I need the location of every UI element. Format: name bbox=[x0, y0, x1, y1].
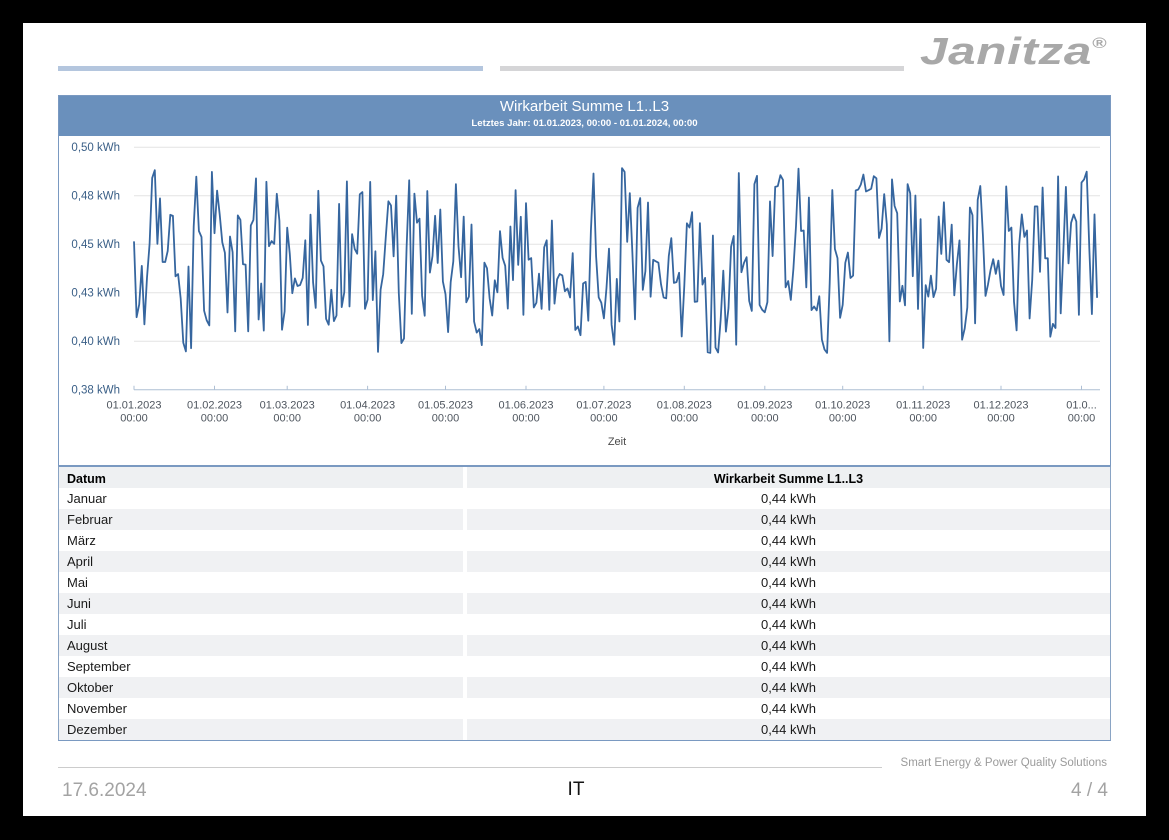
svg-text:01.09.2023: 01.09.2023 bbox=[737, 400, 792, 412]
svg-text:00:00: 00:00 bbox=[829, 413, 857, 425]
svg-text:00:00: 00:00 bbox=[273, 413, 301, 425]
svg-text:00:00: 00:00 bbox=[987, 413, 1015, 425]
svg-text:00:00: 00:00 bbox=[1068, 413, 1096, 425]
svg-text:01.02.2023: 01.02.2023 bbox=[187, 400, 242, 412]
svg-text:0,48 kWh: 0,48 kWh bbox=[71, 191, 120, 203]
svg-text:01.05.2023: 01.05.2023 bbox=[418, 400, 473, 412]
svg-text:00:00: 00:00 bbox=[512, 413, 540, 425]
svg-text:00:00: 00:00 bbox=[909, 413, 937, 425]
svg-text:01.10.2023: 01.10.2023 bbox=[815, 400, 870, 412]
svg-text:01.12.2023: 01.12.2023 bbox=[973, 400, 1028, 412]
svg-text:0,50 kWh: 0,50 kWh bbox=[71, 142, 120, 154]
svg-text:0,38 kWh: 0,38 kWh bbox=[71, 385, 120, 397]
svg-text:01.07.2023: 01.07.2023 bbox=[576, 400, 631, 412]
svg-text:00:00: 00:00 bbox=[751, 413, 779, 425]
svg-text:0,40 kWh: 0,40 kWh bbox=[71, 336, 120, 348]
svg-text:0,45 kWh: 0,45 kWh bbox=[71, 239, 120, 251]
svg-text:00:00: 00:00 bbox=[120, 413, 148, 425]
svg-text:01.06.2023: 01.06.2023 bbox=[498, 400, 553, 412]
svg-text:01.04.2023: 01.04.2023 bbox=[340, 400, 395, 412]
svg-text:0,43 kWh: 0,43 kWh bbox=[71, 288, 120, 300]
svg-text:01.08.2023: 01.08.2023 bbox=[657, 400, 712, 412]
svg-text:Zeit: Zeit bbox=[608, 436, 626, 448]
svg-text:01.0...: 01.0... bbox=[1066, 400, 1097, 412]
svg-text:00:00: 00:00 bbox=[201, 413, 229, 425]
svg-text:00:00: 00:00 bbox=[671, 413, 699, 425]
svg-text:00:00: 00:00 bbox=[354, 413, 382, 425]
svg-text:01.03.2023: 01.03.2023 bbox=[260, 400, 315, 412]
svg-text:01.11.2023: 01.11.2023 bbox=[896, 400, 950, 412]
svg-text:00:00: 00:00 bbox=[590, 413, 618, 425]
svg-text:01.01.2023: 01.01.2023 bbox=[106, 400, 161, 412]
svg-text:00:00: 00:00 bbox=[432, 413, 460, 425]
